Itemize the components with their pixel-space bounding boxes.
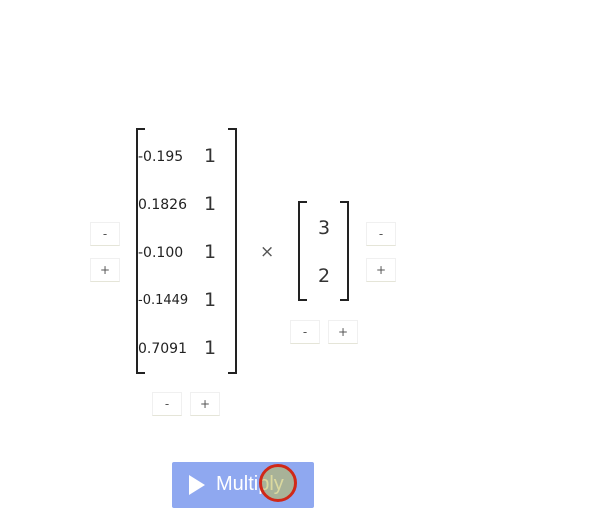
matrix-a-cell-r4-c1[interactable]: -0.1449 — [138, 290, 188, 312]
matrix-a-cell-r3-c1[interactable]: -0.100 — [138, 242, 188, 264]
matrix-b-remove-column-button[interactable]: - — [290, 320, 320, 344]
matrix-a-cell-r3-c2: 1 — [203, 241, 217, 263]
matrix-b-add-row-button[interactable]: + — [366, 258, 396, 282]
matrix-b-left-bracket — [298, 201, 307, 301]
matrix-b-add-column-button[interactable]: + — [328, 320, 358, 344]
matrix-a-cell-r2-c1[interactable]: 0.1826 — [138, 194, 188, 216]
matrix-a-cell-r4-c2: 1 — [203, 289, 217, 311]
cursor-click-indicator — [259, 464, 297, 502]
play-icon — [189, 475, 205, 495]
matrix-a-remove-row-button[interactable]: - — [90, 222, 120, 246]
matrix-b-cell-r1[interactable]: 3 — [309, 215, 339, 241]
matrix-a-right-bracket — [228, 128, 237, 374]
matrix-a-remove-column-button[interactable]: - — [152, 392, 182, 416]
matrix-b-remove-row-button[interactable]: - — [366, 222, 396, 246]
matrix-b-right-bracket — [340, 201, 349, 301]
matrix-b-cell-r2[interactable]: 2 — [309, 263, 339, 289]
multiply-operator: × — [260, 242, 275, 262]
matrix-a-cell-r5-c1[interactable]: 0.7091 — [138, 338, 188, 360]
matrix-a-cell-r1-c2: 1 — [203, 145, 217, 167]
matrix-a-add-column-button[interactable]: + — [190, 392, 220, 416]
matrix-a-cell-r1-c1[interactable]: -0.195 — [138, 146, 188, 168]
matrix-a-add-row-button[interactable]: + — [90, 258, 120, 282]
matrix-a-cell-r2-c2: 1 — [203, 193, 217, 215]
matrix-a-cell-r5-c2: 1 — [203, 337, 217, 359]
